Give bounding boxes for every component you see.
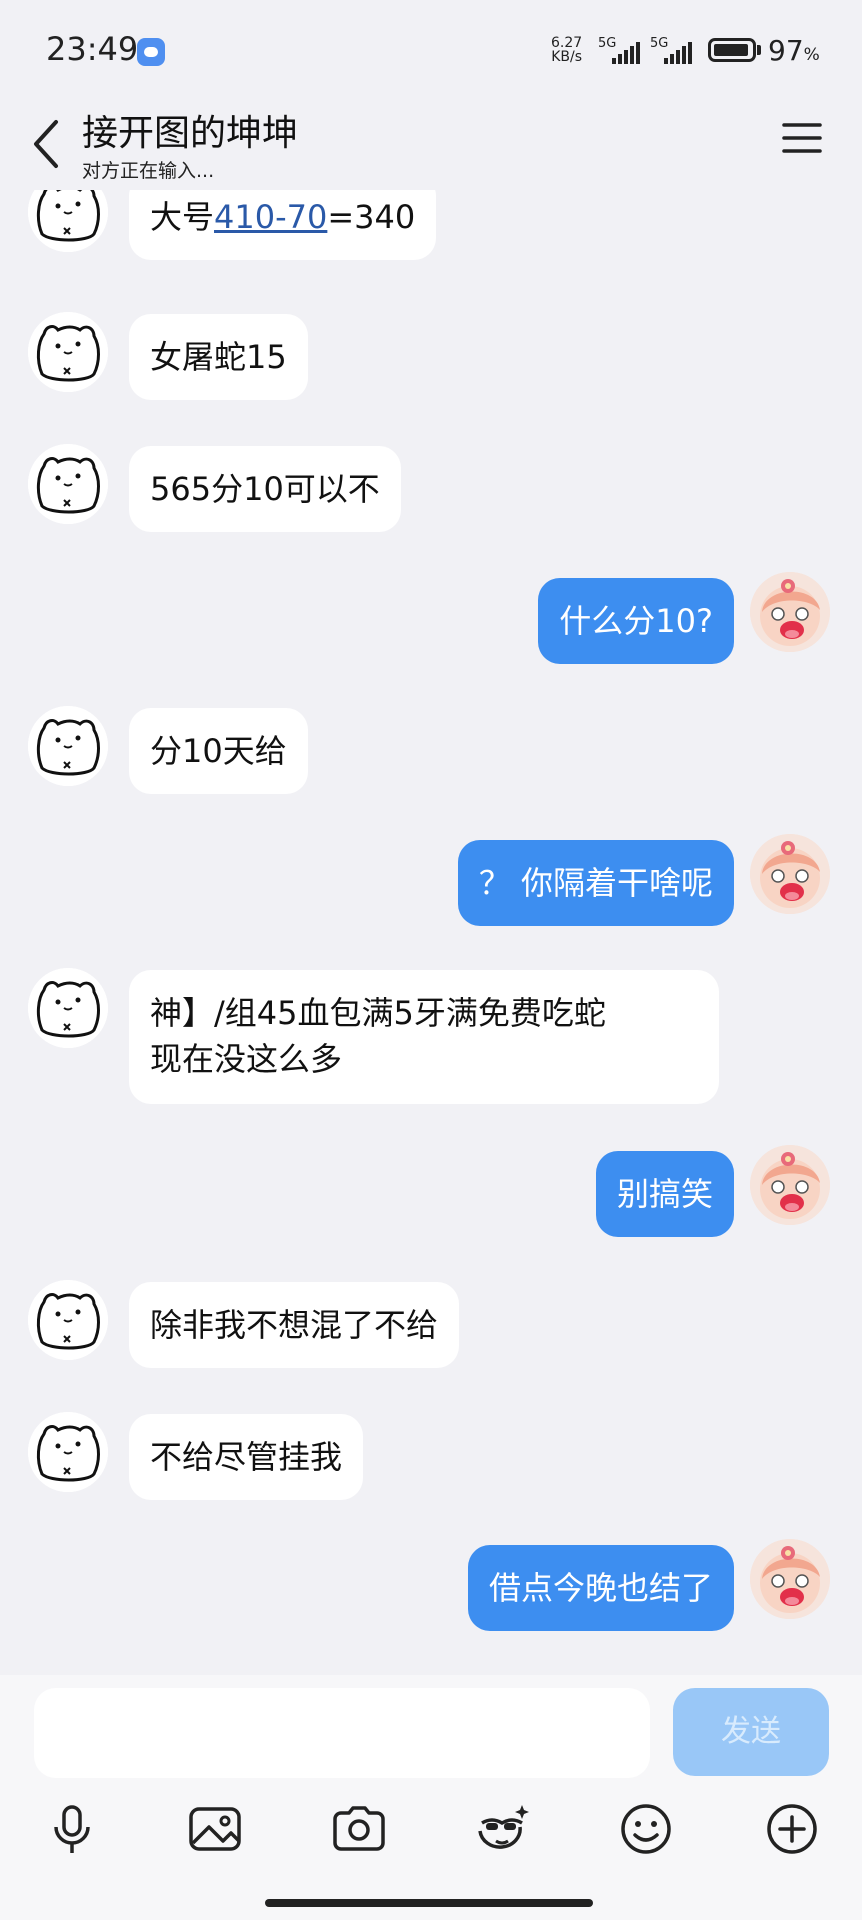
battery-icon	[708, 38, 756, 62]
status-bar: 23:49 6.27 KB/s 5G 5G 97%	[0, 0, 862, 100]
image-icon[interactable]	[185, 1799, 245, 1859]
contact-avatar[interactable]	[28, 444, 108, 524]
sticker-icon[interactable]	[472, 1799, 532, 1859]
signal-sim2-icon: 5G	[650, 36, 704, 64]
send-button[interactable]: 发送	[673, 1688, 829, 1776]
message-row: ？ 你隔着干啥呢	[0, 834, 862, 926]
contact-avatar[interactable]	[28, 1412, 108, 1492]
message-row: 神】/组45血包满5牙满免费吃蛇 现在没这么多	[0, 968, 862, 1104]
message-bubble[interactable]: 不给尽管挂我	[129, 1414, 364, 1500]
typing-status: 对方正在输入...	[82, 160, 215, 182]
message-line: 神】/组45血包满5牙满免费吃蛇	[150, 994, 606, 1032]
camera-icon[interactable]	[329, 1799, 389, 1859]
composer-bar: 发送	[0, 1675, 862, 1920]
message-list[interactable]: 大号410-70=340 女屠蛇15 565分10可以不 什么分10? 分10天…	[0, 190, 862, 1675]
my-avatar[interactable]	[750, 834, 830, 914]
menu-icon[interactable]	[782, 118, 822, 158]
home-indicator[interactable]	[265, 1899, 593, 1907]
message-row: 女屠蛇15	[0, 312, 862, 400]
message-row: 分10天给	[0, 706, 862, 794]
network-speed-unit: KB/s	[551, 49, 582, 65]
chat-header: 接开图的坤坤 对方正在输入...	[0, 100, 862, 190]
notification-app-icon	[137, 38, 165, 66]
contact-avatar[interactable]	[28, 968, 108, 1048]
message-bubble[interactable]: 女屠蛇15	[129, 314, 308, 400]
my-avatar[interactable]	[750, 1145, 830, 1225]
back-arrow-icon[interactable]	[28, 116, 68, 172]
message-row: 别搞笑	[0, 1145, 862, 1237]
message-input[interactable]	[34, 1688, 650, 1778]
contact-avatar[interactable]	[28, 190, 108, 252]
emoji-icon[interactable]	[616, 1799, 676, 1859]
plus-icon[interactable]	[762, 1799, 822, 1859]
message-row: 565分10可以不	[0, 444, 862, 532]
message-bubble[interactable]: 什么分10?	[538, 578, 734, 664]
network-speed: 6.27 KB/s	[551, 36, 582, 64]
contact-avatar[interactable]	[28, 1280, 108, 1360]
message-row: 除非我不想混了不给	[0, 1280, 862, 1368]
message-bubble[interactable]: 除非我不想混了不给	[129, 1282, 460, 1368]
message-bubble[interactable]: 别搞笑	[595, 1151, 734, 1237]
network-speed-value: 6.27	[551, 35, 583, 51]
message-row: 借点今晚也结了	[0, 1539, 862, 1631]
message-line: 现在没这么多	[150, 1040, 343, 1078]
message-bubble[interactable]: 分10天给	[129, 708, 308, 794]
message-row: 大号410-70=340	[0, 190, 862, 276]
my-avatar[interactable]	[750, 1539, 830, 1619]
contact-avatar[interactable]	[28, 312, 108, 392]
message-bubble[interactable]: 大号410-70=340	[129, 190, 437, 260]
message-bubble[interactable]: 565分10可以不	[129, 446, 401, 532]
message-bubble[interactable]: ？ 你隔着干啥呢	[457, 840, 734, 926]
contact-avatar[interactable]	[28, 706, 108, 786]
message-bubble[interactable]: 借点今晚也结了	[467, 1545, 734, 1631]
signal-sim1-icon: 5G	[598, 36, 652, 64]
battery-percent: 97%	[768, 34, 820, 67]
contact-name: 接开图的坤坤	[82, 113, 299, 154]
status-time: 23:49	[46, 30, 139, 68]
message-link[interactable]: 410-70	[214, 198, 327, 236]
message-bubble[interactable]: 神】/组45血包满5牙满免费吃蛇 现在没这么多	[129, 970, 719, 1104]
microphone-icon[interactable]	[42, 1799, 102, 1859]
message-row: 不给尽管挂我	[0, 1412, 862, 1500]
message-row: 什么分10?	[0, 572, 862, 664]
my-avatar[interactable]	[750, 572, 830, 652]
